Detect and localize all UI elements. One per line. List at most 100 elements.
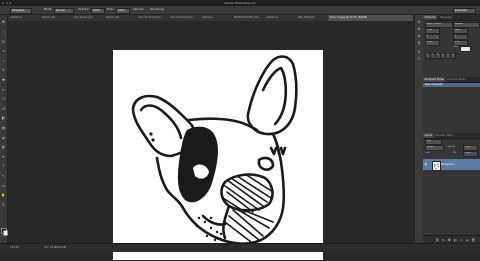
right-panel-dock: Character Paragraph Apple LiGothic Mediu… [423,15,480,244]
document-tab[interactable]: Scan 02 Photoshop [168,15,201,21]
new-layer-icon[interactable]: ⊞ [465,238,470,243]
pen-icon: ✒ [2,154,5,159]
lasso-tool[interactable]: ʘ [1,40,5,44]
document-tab[interactable]: Sketch.psd [104,15,137,21]
eraser-tool[interactable]: ◧ [1,117,5,121]
pen-tool[interactable]: ✒ [1,155,5,159]
brush-presets-icon[interactable]: ✎ [417,49,422,54]
opacity-field[interactable]: 100% [91,7,105,14]
layer-thumbnail-preview [434,162,439,169]
layer-fill-field[interactable]: 100% [463,151,478,157]
path-selection-tool[interactable]: ↖ [1,174,5,179]
document-canvas[interactable] [113,50,323,260]
crop-tool[interactable]: ⌗ [1,59,5,63]
rectangle-tool[interactable]: ▭ [1,184,5,188]
hand-tool[interactable]: ✋ [1,193,6,198]
tab-paragraph[interactable]: Paragraph [439,15,454,20]
marquee-icon: ⬚ [1,30,6,35]
document-tab[interactable]: Scan 73.jpeg @ 33.3% (RGB/8) [328,15,413,21]
layer-style-icon[interactable]: fx [441,238,446,243]
flow-field[interactable]: 100% [116,7,130,14]
paragraph-style-item[interactable]: Basic Paragraph [423,83,480,87]
workspace-switcher[interactable]: Essentials [453,7,476,14]
layer-opacity-field[interactable]: 100% [463,145,478,151]
clone-stamp-icon: ⎔ [2,97,5,102]
document-tab[interactable]: IMG_0081.JPG [296,15,329,21]
tab-paths[interactable]: Paths [445,133,454,138]
brush-icon: ✏ [2,87,5,92]
app-title: Adobe Photoshop CC [224,1,256,5]
zoom-tool[interactable]: ⚲ [1,203,5,207]
zoom-level[interactable]: 33.33% [10,246,19,249]
canvas-area[interactable] [8,21,413,260]
document-tab[interactable]: Sketch.psd [40,15,73,21]
magic-wand-icon: ✶ [2,49,5,54]
vertical-scale-field[interactable]: 100% [425,40,440,46]
subscript-button[interactable]: T₁ [450,53,456,59]
clone-stamp-tool[interactable]: ⎔ [1,97,5,102]
history-brush-tool[interactable]: ↺ [1,107,5,111]
eyedropper-tool[interactable]: ✎ [1,69,5,73]
paragraph-icon[interactable]: ¶ [417,40,422,45]
document-tab[interactable]: Artboard [200,15,233,21]
lock-label: Lock: [425,151,431,154]
airbrush-toggle[interactable]: Airbrush [133,8,144,11]
smoothing-toggle[interactable]: Smoothing [150,8,164,11]
adjustment-layer-icon[interactable]: ◐ [453,238,458,243]
brush-tool[interactable]: ✏ [1,88,5,92]
crop-icon: ⌗ [2,58,5,63]
tab-character[interactable]: Character [423,15,438,20]
document-tab[interactable]: MONOCHROME_DOG [232,15,265,21]
eyedropper-icon: ✎ [2,68,5,73]
opacity-label: Opacity: [78,8,89,11]
layer-name: Background [441,162,455,166]
magic-wand-tool[interactable]: ✶ [1,49,5,54]
properties-icon[interactable]: ≡ [417,26,422,31]
mode-select[interactable]: Normal [54,7,74,14]
rectangle-icon: ▭ [1,183,6,188]
blend-mode-select[interactable]: Normal [425,145,444,151]
document-tab[interactable]: Untitled-2 [264,15,297,21]
horizontal-scale-field[interactable]: 100% [453,40,468,46]
gradient-tool[interactable]: ▤ [1,126,5,131]
text-color-swatch[interactable] [460,46,471,52]
clone-source-icon[interactable]: ⎔ [417,56,422,61]
layer-opacity-label: Opacity: [447,145,456,148]
zoom-icon: ⚲ [2,202,5,207]
layer-row-background[interactable]: ◉ Background [423,159,480,171]
tab-paragraph-styles[interactable]: Paragraph Styles [423,77,446,82]
link-layers-icon[interactable]: ⛓ [435,238,440,243]
font-size-field[interactable]: 12 pt [425,28,440,34]
document-info[interactable]: Doc: 24.9M/24.9M [44,246,66,249]
layer-mask-icon[interactable]: ◘ [447,238,452,243]
character-icon[interactable]: A [417,33,422,38]
font-family-select[interactable]: Apple LiGothic [425,22,453,28]
blur-icon: ◍ [2,135,5,140]
tracking-field[interactable]: 0 [453,34,468,40]
type-icon: T [2,164,5,169]
document-tab[interactable]: Untitled-1 [8,15,41,21]
path-selection-icon: ↖ [2,174,5,179]
dodge-tool[interactable]: ◐ [1,145,5,150]
document-tab[interactable]: Scan 01 Photoshop [136,15,169,21]
tab-character-styles[interactable]: Character Styles [445,77,467,82]
healing-brush-tool[interactable]: ✚ [1,78,5,83]
layer-kind-filter[interactable]: Kind [425,139,442,145]
new-group-icon[interactable]: ▭ [459,238,464,243]
font-style-select[interactable]: Medium [453,22,480,28]
lasso-icon: ʘ [2,39,5,44]
move-icon: ✥ [2,20,5,25]
delete-layer-icon[interactable]: 🗑 [471,238,476,243]
options-bar: Paragraph Mode: Normal Opacity: 100% Flo… [0,6,480,15]
marquee-tool[interactable]: ⬚ [1,30,6,35]
history-icon[interactable]: ↺ [417,19,422,24]
blur-tool[interactable]: ◍ [1,136,5,140]
tool-preset-picker[interactable]: Paragraph [10,7,32,14]
layer-visibility-icon[interactable]: ◉ [425,162,429,166]
move-tool[interactable]: ✥ [1,21,5,25]
hand-icon: ✋ [1,193,6,198]
kerning-field[interactable]: 0 [425,34,440,40]
document-tab[interactable]: Dog Sketch.psd [72,15,105,21]
type-tool[interactable]: T [1,165,5,169]
leading-field[interactable]: (Auto) [453,28,468,34]
